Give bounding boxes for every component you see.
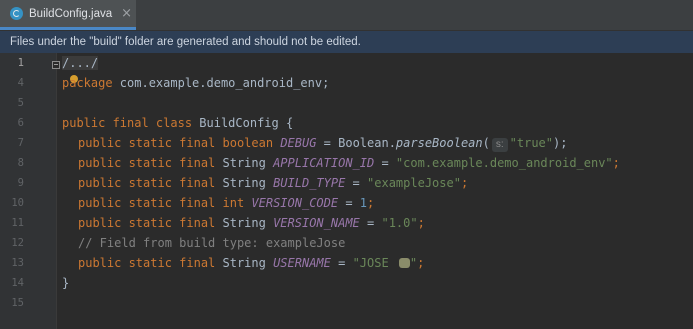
operator: = bbox=[338, 196, 360, 210]
keyword: package bbox=[62, 76, 113, 90]
line-number: 7 bbox=[17, 137, 24, 149]
keyword: public static final bbox=[78, 256, 216, 270]
tab-label: BuildConfig.java bbox=[29, 7, 113, 20]
tab-buildconfig[interactable]: BuildConfig.java × bbox=[0, 0, 136, 30]
string-literal: "com.example.demo_android_env" bbox=[395, 156, 613, 170]
field-name: VERSION_NAME bbox=[273, 216, 360, 230]
package-name: com.example.demo_android_env; bbox=[112, 76, 330, 90]
code-line: // Field from build type: exampleJose bbox=[62, 233, 345, 253]
line-number: 4 bbox=[17, 77, 24, 89]
fold-expand-icon[interactable] bbox=[52, 61, 60, 69]
type: String bbox=[215, 156, 274, 170]
paren: ); bbox=[553, 136, 568, 150]
semicolon: ; bbox=[612, 156, 620, 170]
type: String bbox=[215, 176, 274, 190]
parameter-hint: s: bbox=[491, 138, 508, 152]
code-line: public static final String VERSION_NAME … bbox=[62, 213, 425, 233]
line-number: 5 bbox=[17, 97, 24, 109]
operator: = bbox=[374, 156, 396, 170]
number-literal: 1 bbox=[359, 196, 368, 210]
semicolon: ; bbox=[417, 216, 425, 230]
line-number: 1 bbox=[17, 57, 24, 69]
operator: = bbox=[316, 136, 339, 150]
method-call: parseBoolean bbox=[395, 136, 483, 150]
code-line: } bbox=[62, 273, 69, 293]
type-ref: Boolean. bbox=[338, 136, 396, 150]
line-number: 10 bbox=[11, 197, 24, 209]
java-class-icon bbox=[10, 7, 23, 20]
close-icon[interactable]: × bbox=[121, 6, 132, 21]
field-name: BUILD_TYPE bbox=[273, 176, 346, 190]
string-literal: "1.0" bbox=[381, 216, 418, 230]
line-number: 15 bbox=[11, 297, 24, 309]
string-literal: "true" bbox=[509, 136, 553, 150]
line-number-gutter: 1 4 5 6 7 8 9 10 11 12 13 14 15 bbox=[0, 53, 60, 329]
generated-file-banner: Files under the "build" folder are gener… bbox=[0, 31, 693, 53]
line-number: 11 bbox=[11, 217, 24, 229]
type: String bbox=[215, 216, 274, 230]
keyword: public static final bbox=[78, 176, 216, 190]
code-editor[interactable]: 1 4 5 6 7 8 9 10 11 12 13 14 15 /.../ pa… bbox=[0, 53, 693, 329]
type: String bbox=[215, 256, 274, 270]
field-name: VERSION_CODE bbox=[251, 196, 339, 210]
string-literal: "JOSE bbox=[352, 256, 396, 270]
operator: = bbox=[359, 216, 382, 230]
semicolon: ; bbox=[417, 256, 425, 270]
editor-tab-bar: BuildConfig.java × bbox=[0, 0, 693, 31]
string-literal: "exampleJose" bbox=[367, 176, 461, 190]
line-number: 8 bbox=[17, 157, 24, 169]
keyword: public static final bbox=[78, 156, 216, 170]
comment: // Field from build type: exampleJose bbox=[78, 236, 346, 250]
semicolon: ; bbox=[367, 196, 375, 210]
line-number: 9 bbox=[17, 177, 24, 189]
operator: = bbox=[345, 176, 368, 190]
class-name: BuildConfig { bbox=[192, 116, 294, 130]
line-number: 6 bbox=[17, 117, 24, 129]
code-line: public static final String USERNAME = "J… bbox=[62, 253, 424, 273]
line-number: 12 bbox=[11, 237, 24, 249]
paren: ( bbox=[482, 136, 490, 150]
keyword: public static final boolean bbox=[78, 136, 274, 150]
closing-brace: } bbox=[62, 276, 70, 290]
code-line: package com.example.demo_android_env; bbox=[62, 73, 329, 93]
field-name: APPLICATION_ID bbox=[273, 156, 375, 170]
code-line: public static final int VERSION_CODE = 1… bbox=[62, 193, 374, 213]
line-number: 13 bbox=[11, 257, 24, 269]
code-line: public static final String APPLICATION_I… bbox=[62, 153, 620, 173]
keyword: public static final bbox=[78, 216, 216, 230]
field-name: DEBUG bbox=[280, 136, 317, 150]
folded-imports[interactable]: /.../ bbox=[62, 56, 99, 70]
operator: = bbox=[330, 256, 353, 270]
emoji-face-icon bbox=[398, 258, 410, 268]
keyword: public final class bbox=[62, 116, 193, 130]
field-name: USERNAME bbox=[273, 256, 331, 270]
semicolon: ; bbox=[460, 176, 469, 190]
code-line: public final class BuildConfig { bbox=[62, 113, 293, 133]
keyword: public static final int bbox=[78, 196, 245, 210]
code-line: public static final boolean DEBUG = Bool… bbox=[62, 133, 567, 153]
code-line: /.../ bbox=[62, 53, 99, 73]
line-number: 14 bbox=[11, 277, 24, 289]
code-line: public static final String BUILD_TYPE = … bbox=[62, 173, 468, 193]
